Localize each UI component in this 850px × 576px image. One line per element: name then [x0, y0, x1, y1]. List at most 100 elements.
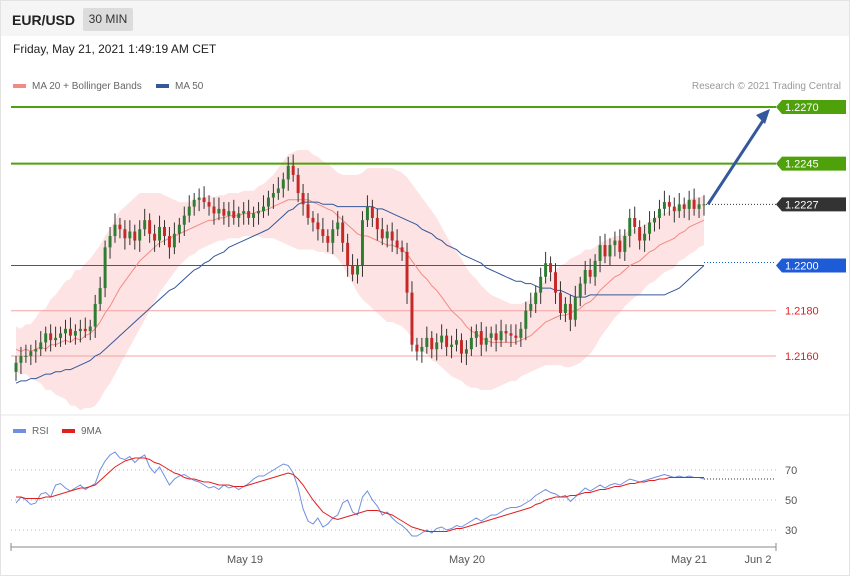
candle-body [281, 179, 285, 189]
candle-body [648, 222, 652, 234]
candle-body [222, 208, 226, 216]
candle-body [618, 240, 622, 252]
candle-body [212, 206, 216, 214]
candle-body [321, 229, 325, 237]
candle-body [464, 349, 468, 354]
candle-body [435, 342, 439, 350]
candle-body [469, 337, 473, 350]
candle-body [593, 260, 597, 277]
projection-arrow-line [706, 115, 768, 206]
price-chart[interactable]: 1.2270 1.2245 1.2227 1.2200 1.2180 1.2160 70 50… [0, 0, 850, 576]
candle-body [563, 303, 567, 313]
candle-body [370, 206, 374, 218]
candle-body [148, 220, 152, 234]
candle-body [108, 236, 112, 248]
candle-body [59, 333, 63, 338]
candle-body [123, 229, 127, 239]
candle-body [459, 340, 463, 354]
candle-body [301, 193, 305, 205]
candle-body [93, 303, 97, 327]
candle-body [118, 224, 122, 230]
candle-body [455, 340, 459, 345]
candle-body [395, 240, 399, 248]
candle-body [153, 233, 157, 241]
candle-body [78, 328, 82, 332]
candle-body [425, 337, 429, 347]
candle-body [415, 344, 419, 352]
projection-arrowhead [756, 109, 770, 124]
candle-body [628, 217, 632, 237]
candle-body [573, 297, 577, 320]
level-label: 1.2270 [785, 102, 819, 114]
candle-body [558, 292, 562, 313]
candle-body [286, 165, 290, 180]
rsi-tick-label: 70 [785, 465, 797, 477]
candle-body [98, 288, 102, 304]
x-tick-label: May 21 [671, 554, 707, 566]
candle-body [682, 204, 686, 209]
candle-body [133, 231, 137, 241]
candle-body [252, 213, 256, 218]
x-tick-label: May 19 [227, 554, 263, 566]
candle-body [578, 283, 582, 298]
candle-body [247, 211, 251, 218]
candle-body [657, 208, 661, 218]
candle-body [692, 199, 696, 209]
candle-body [420, 346, 424, 352]
candle-body [336, 222, 340, 230]
candle-body [346, 242, 350, 266]
candle-body [64, 328, 67, 334]
candle-body [351, 265, 355, 275]
x-tick-label: May 20 [449, 554, 485, 566]
candle-body [54, 337, 58, 341]
candle-body [316, 222, 320, 230]
candle-body [588, 269, 592, 277]
candle-body [365, 206, 369, 221]
candle-body [504, 331, 508, 334]
candle-body [514, 335, 518, 338]
rsi-tick-label: 50 [785, 495, 797, 507]
candle-body [529, 303, 533, 311]
candle-body [667, 202, 671, 207]
candle-body [227, 211, 231, 216]
candle-body [237, 213, 241, 218]
candle-body [653, 217, 656, 223]
candle-body [271, 193, 275, 198]
candle-body [450, 344, 454, 347]
candle-body [68, 328, 72, 336]
candle-body [687, 199, 691, 209]
candle-body [306, 204, 310, 218]
candle-body [677, 204, 681, 212]
candle-body [172, 233, 176, 248]
candle-body [390, 231, 394, 241]
candle-body [326, 236, 330, 243]
candle-body [509, 333, 513, 336]
candle-body [524, 310, 528, 329]
candle-body [197, 197, 201, 200]
level-label: 1.2245 [785, 159, 819, 171]
rsi-series-9ma [16, 457, 704, 532]
candle-body [341, 222, 345, 243]
candle-body [276, 188, 280, 194]
candle-body [633, 217, 637, 227]
level-label: 1.2160 [785, 351, 819, 363]
candle-body [296, 174, 300, 194]
candle-body [554, 272, 557, 293]
candle-body [519, 328, 523, 338]
candle-body [103, 247, 107, 289]
candle-body [207, 202, 211, 207]
candle-body [257, 211, 261, 214]
candle-body [360, 220, 364, 266]
candle-body [568, 303, 572, 320]
candle-body [49, 333, 53, 341]
candle-body [603, 245, 607, 257]
x-tick-label: Jun 2 [745, 554, 772, 566]
candle-body [484, 337, 488, 345]
candle-body [88, 326, 92, 332]
candle-body [39, 342, 43, 350]
candle-body [385, 231, 389, 239]
candle-body [356, 265, 360, 275]
candle-body [445, 335, 449, 347]
candle-body [375, 217, 379, 230]
candle-body [479, 331, 483, 345]
